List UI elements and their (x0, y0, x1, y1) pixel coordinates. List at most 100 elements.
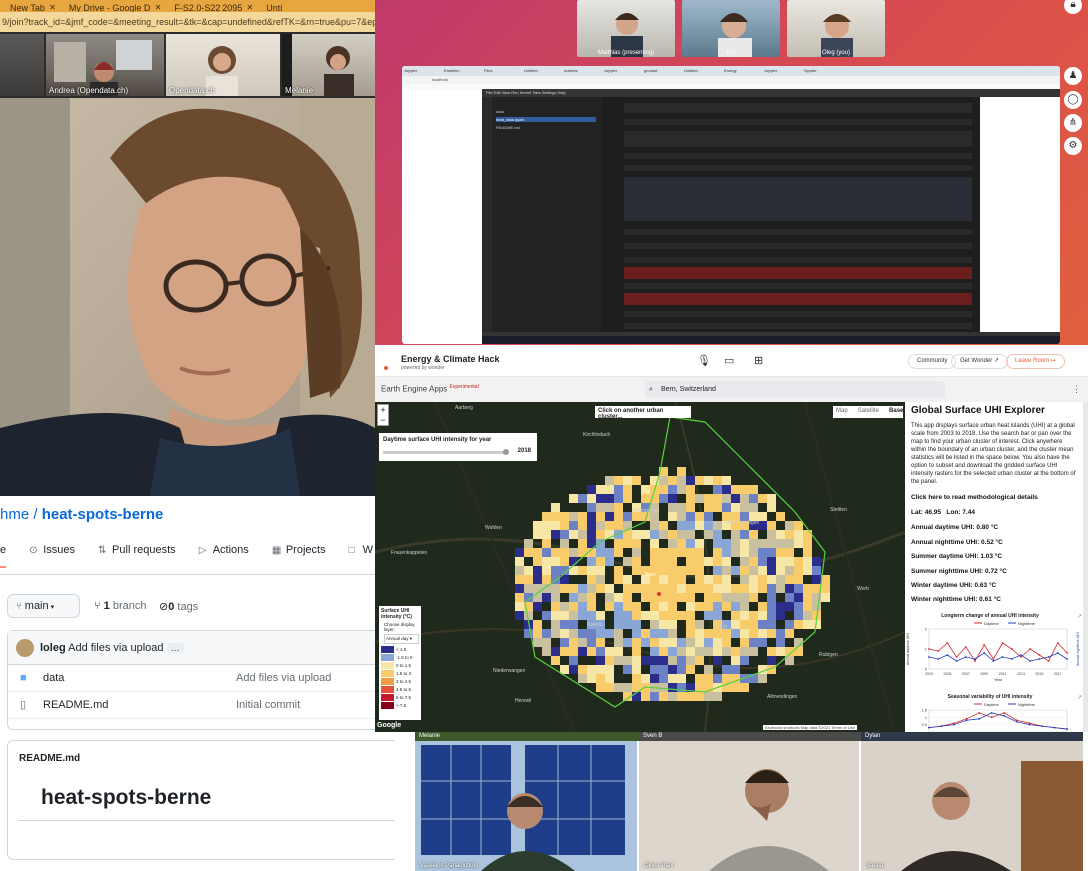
map-type-map[interactable]: Map (836, 408, 848, 414)
avatar[interactable] (16, 639, 34, 658)
tags-link[interactable]: ⊘0 tags (159, 600, 198, 613)
tag-label: tags (177, 601, 199, 613)
methods-link[interactable]: Click here to read methodological detail… (911, 494, 1038, 501)
browser-tab[interactable]: F-S2.0-S22 2095 ✕ (164, 2, 256, 12)
uhi-cell (785, 521, 794, 530)
file-name[interactable]: README.md (43, 692, 108, 719)
tab-pull-requests[interactable]: ⇅ Pull requests (98, 544, 176, 556)
people-icon[interactable]: ♟ (1064, 67, 1082, 85)
tab-issues[interactable]: ⊙ Issues (29, 544, 75, 556)
uhi-cell (713, 557, 722, 566)
participant-video[interactable] (0, 34, 44, 96)
browser-tab[interactable]: My Drive - Google D ✕ (59, 2, 165, 12)
file-commit-message[interactable]: Add files via upload (236, 665, 331, 692)
gear-icon[interactable]: ⚙ (1064, 137, 1082, 155)
browser-tab[interactable]: New Tab ✕ (0, 2, 59, 12)
uhi-cell (596, 521, 605, 530)
zoom-in-button[interactable]: + (378, 405, 388, 415)
tab-projects[interactable]: ▦ Projects (272, 544, 326, 556)
year-slider-thumb[interactable] (503, 449, 509, 455)
uhi-cell (533, 620, 542, 629)
map-place-label: Wohlen (485, 525, 502, 531)
uhi-cell (758, 674, 767, 683)
zoom-out-button[interactable]: − (378, 415, 388, 425)
uhi-cell (623, 584, 632, 593)
map-type-satellite[interactable]: Satellite (858, 408, 879, 414)
get-wonder-button[interactable]: Get Wonder ↗ (951, 354, 1008, 369)
uhi-cell (749, 584, 758, 593)
more-options-icon[interactable]: ⋮ (1072, 384, 1081, 395)
external-link-icon[interactable]: ↗ (1077, 614, 1082, 620)
participant-video[interactable]: Melanie (282, 34, 375, 96)
uhi-cell (785, 575, 794, 584)
leave-room-button[interactable]: Leave Room ↦ (1006, 354, 1065, 369)
microphone-icon[interactable]: 🎙︎ (697, 354, 711, 367)
tab-actions[interactable]: ▷ Actions (199, 544, 249, 556)
participant-video[interactable]: Oliver Paul (639, 741, 859, 871)
community-button[interactable]: Community (908, 354, 957, 369)
close-icon[interactable]: ✕ (49, 2, 56, 12)
uhi-cell (632, 638, 641, 647)
map-type-base[interactable]: Base (889, 408, 903, 414)
address-bar[interactable]: 9/join?track_id=&jmf_code=&meeting_resul… (0, 12, 375, 32)
chart-title: Longterm change of annual UHI intensity (941, 613, 1039, 619)
uhi-cell (560, 647, 569, 656)
participant-video[interactable]: Izzi (682, 0, 780, 57)
uhi-cell (533, 566, 542, 575)
uhi-cell (686, 611, 695, 620)
uhi-cell (713, 530, 722, 539)
uhi-cell (740, 656, 749, 665)
repo-name-link[interactable]: heat-spots-berne (42, 506, 164, 523)
close-icon[interactable]: ✕ (247, 2, 254, 12)
commit-author[interactable]: loleg (40, 642, 66, 654)
file-commit-message[interactable]: Initial commit (236, 692, 300, 719)
search-value: Bern, Switzerland (661, 386, 716, 393)
close-icon[interactable]: ✕ (155, 2, 162, 12)
uhi-cell (677, 467, 686, 476)
panel-scrollbar[interactable] (1083, 402, 1088, 732)
speaker-video[interactable] (0, 98, 375, 496)
uhi-cell (524, 548, 533, 557)
branch-selector[interactable]: ⑂ main ▾ (7, 594, 80, 618)
x-tick-label: 2013 (1017, 672, 1025, 676)
ellipsis-button[interactable]: … (166, 643, 184, 653)
uhi-cell (551, 584, 560, 593)
uhi-cell (650, 602, 659, 611)
uhi-cell (551, 557, 560, 566)
participant-video[interactable]: Matthias (presenting) (577, 0, 675, 57)
participant-video[interactable]: Vasileios Panagiotidis (415, 741, 637, 871)
repo-owner-link[interactable]: hme (0, 506, 29, 523)
data-point (1066, 658, 1068, 660)
year-slider[interactable] (383, 449, 509, 455)
legend-layer-select[interactable]: Annual day ▾ (384, 634, 419, 644)
uhi-cell (740, 494, 749, 503)
uhi-map[interactable]: Aarberg Kirchlindach Bremgarten Wohlen F… (375, 402, 905, 732)
screen-tab: Jupyter (764, 68, 778, 73)
browser-tab[interactable]: Unti (256, 2, 296, 12)
file-row[interactable]: ▯ README.md Initial commit (8, 692, 406, 719)
map-place-label: Bremgarten (633, 508, 660, 514)
participant-video[interactable]: Opendata.ch (166, 34, 280, 96)
uhi-cell (587, 674, 596, 683)
participant-video[interactable]: Saeed (861, 741, 1083, 871)
lock-icon[interactable]: 🔒︎ (1064, 0, 1082, 14)
play-icon: ▷ (198, 545, 207, 556)
share-icon[interactable]: ⋔ (1064, 114, 1082, 132)
commit-message[interactable]: Add files via upload (68, 642, 163, 654)
branches-link[interactable]: ⑂ 1 branch (94, 600, 147, 612)
participant-video[interactable]: Andrea (Opendata.ch) (46, 34, 164, 96)
search-input[interactable]: ⌕ Bern, Switzerland (645, 381, 945, 398)
chat-icon[interactable]: ◯ (1064, 91, 1082, 109)
file-name[interactable]: data (43, 665, 64, 692)
participant-video[interactable]: Oleg (you) (787, 0, 885, 57)
uhi-cell (713, 602, 722, 611)
uhi-cell (668, 557, 677, 566)
screenshare-icon[interactable]: ⊞ (754, 354, 763, 367)
tab-wiki[interactable]: □ W (349, 544, 373, 556)
camera-icon[interactable]: ▭ (724, 354, 734, 367)
uhi-cell (704, 602, 713, 611)
external-link-icon[interactable]: ↗ (1077, 695, 1082, 701)
data-point (983, 644, 986, 646)
file-row[interactable]: ■ data Add files via upload (8, 665, 406, 692)
tab-code[interactable]: e (0, 544, 6, 556)
